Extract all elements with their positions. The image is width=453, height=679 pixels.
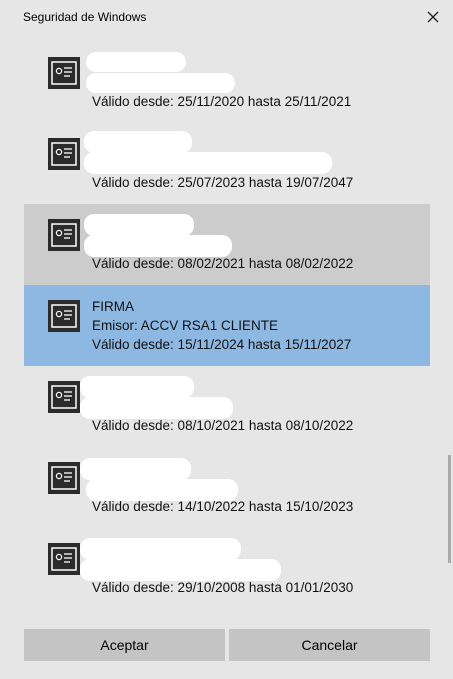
redacted-name [80,376,194,398]
certificate-validity: Válido desde: 14/10/2022 hasta 15/10/202… [92,499,354,514]
redacted-issuer [86,479,238,501]
certificate-icon [48,300,80,332]
certificate-name: FIRMA [92,299,134,314]
certificate-icon [48,57,80,89]
certificate-validity: Válido desde: 08/02/2021 hasta 08/02/202… [92,256,354,271]
accept-button[interactable]: Aceptar [24,629,225,661]
redacted-name [86,52,186,72]
redacted-issuer [86,73,235,93]
title-bar: Seguridad de Windows [0,0,453,34]
certificate-item[interactable]: Válido desde: 08/02/2021 hasta 08/02/202… [24,204,430,285]
close-button[interactable] [420,4,446,30]
certificate-validity: Válido desde: 25/07/2023 hasta 19/07/204… [92,175,354,190]
certificate-validity: Válido desde: 08/10/2021 hasta 08/10/202… [92,418,354,433]
certificate-item[interactable]: Válido desde: 14/10/2022 hasta 15/10/202… [24,447,430,528]
certificate-item[interactable]: Válido desde: 08/10/2021 hasta 08/10/202… [24,366,430,447]
redacted-name [84,131,192,153]
certificate-list[interactable]: Válido desde: 25/11/2020 hasta 25/11/202… [24,42,430,608]
redacted-issuer [84,235,232,257]
certificate-validity: Válido desde: 25/11/2020 hasta 25/11/202… [92,94,352,109]
certificate-icon [48,219,80,251]
certificate-icon [48,138,80,170]
redacted-issuer [84,152,332,174]
close-icon [427,11,439,23]
certificate-item[interactable]: Válido desde: 25/11/2020 hasta 25/11/202… [24,42,430,123]
certificate-validity: Válido desde: 29/10/2008 hasta 01/01/203… [92,580,354,595]
certificate-validity: Válido desde: 15/11/2024 hasta 15/11/202… [92,337,352,352]
redacted-name [80,458,191,480]
redacted-name [80,538,241,560]
window-title: Seguridad de Windows [23,10,147,24]
certificate-item-selected[interactable]: FIRMA Emisor: ACCV RSA1 CLIENTE Válido d… [24,285,430,366]
certificate-icon [48,381,80,413]
certificate-issuer: Emisor: ACCV RSA1 CLIENTE [92,318,279,333]
certificate-icon [48,543,80,575]
redacted-issuer [80,397,233,419]
redacted-issuer [80,559,281,581]
scrollbar[interactable] [448,455,451,563]
certificate-item[interactable]: Válido desde: 29/10/2008 hasta 01/01/203… [24,528,430,608]
redacted-name [84,214,194,236]
certificate-icon [48,462,80,494]
cancel-button[interactable]: Cancelar [229,629,430,661]
certificate-item[interactable]: Válido desde: 25/07/2023 hasta 19/07/204… [24,123,430,204]
